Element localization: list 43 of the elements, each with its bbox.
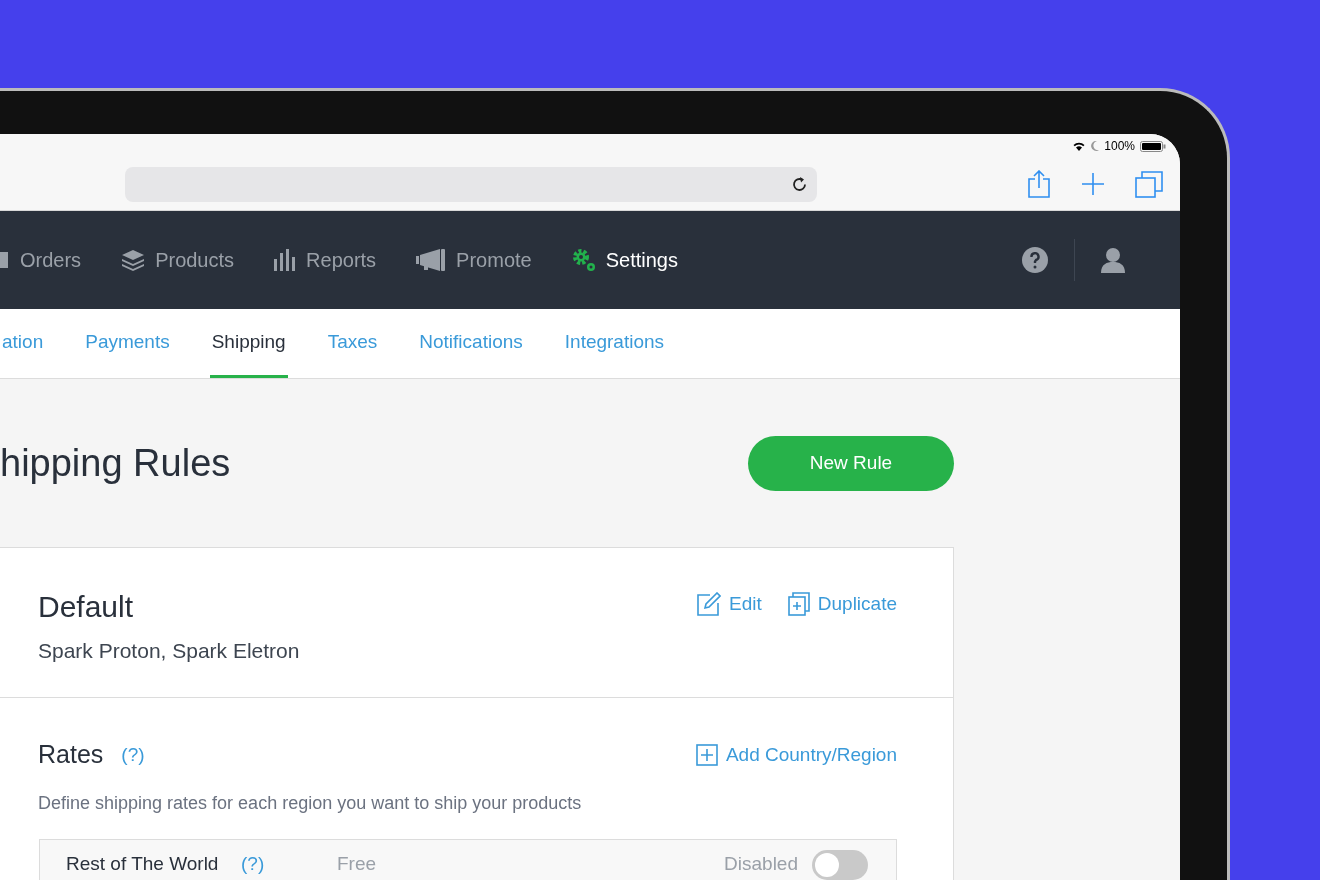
plus-square-icon [695, 743, 718, 766]
rule-products: Spark Proton, Spark Eletron [38, 638, 300, 664]
rule-name: Default [38, 589, 135, 625]
rates-title: Rates [38, 739, 104, 770]
layers-icon [121, 249, 146, 271]
wifi-icon [1072, 141, 1087, 151]
tab[interactable]: Integrations [562, 309, 667, 378]
bar-chart-icon [274, 249, 297, 271]
duplicate-link[interactable]: Duplicate [787, 590, 897, 619]
page-title: hipping Rules [0, 440, 231, 486]
rates-description: Define shipping rates for each region you want to ship your products [38, 791, 583, 815]
gears-icon [571, 248, 596, 272]
edit-icon [697, 592, 722, 617]
edit-link[interactable]: Edit [697, 590, 762, 619]
megaphone-icon [416, 249, 447, 271]
user-icon[interactable] [1101, 247, 1125, 273]
nav-item[interactable]: Reports [274, 245, 377, 275]
moon-icon [1091, 141, 1100, 151]
battery-icon [1140, 140, 1166, 152]
help-icon[interactable] [1022, 247, 1048, 273]
help-link[interactable]: (?) [121, 740, 145, 769]
tab[interactable]: Notifications [417, 309, 525, 378]
status-label: Disabled [724, 851, 798, 876]
help-link[interactable]: (?) [241, 849, 337, 878]
nav-item[interactable]: Orders [0, 245, 82, 275]
duplicate-icon [787, 592, 810, 617]
rate-price: Free [337, 851, 377, 876]
tabs-icon[interactable] [1135, 170, 1163, 198]
reload-icon[interactable] [791, 175, 808, 193]
nav-item[interactable]: Promote [416, 245, 532, 275]
nav-item[interactable]: Products [121, 245, 235, 275]
battery-percentage: 100% [1104, 138, 1135, 155]
add-region-link[interactable]: Add Country/Region [695, 740, 897, 769]
tab[interactable]: Payments [83, 309, 172, 378]
new-rule-button[interactable]: New Rule [748, 435, 954, 491]
tab[interactable]: ation [0, 309, 46, 378]
nav-item[interactable]: Settings [571, 245, 678, 275]
plus-icon[interactable] [1081, 172, 1105, 196]
region-name: Rest of The World [66, 851, 220, 876]
tab[interactable]: Taxes [325, 309, 380, 378]
toggle-switch[interactable] [812, 849, 868, 880]
tab[interactable]: Shipping [209, 309, 288, 378]
share-icon[interactable] [1027, 170, 1051, 198]
